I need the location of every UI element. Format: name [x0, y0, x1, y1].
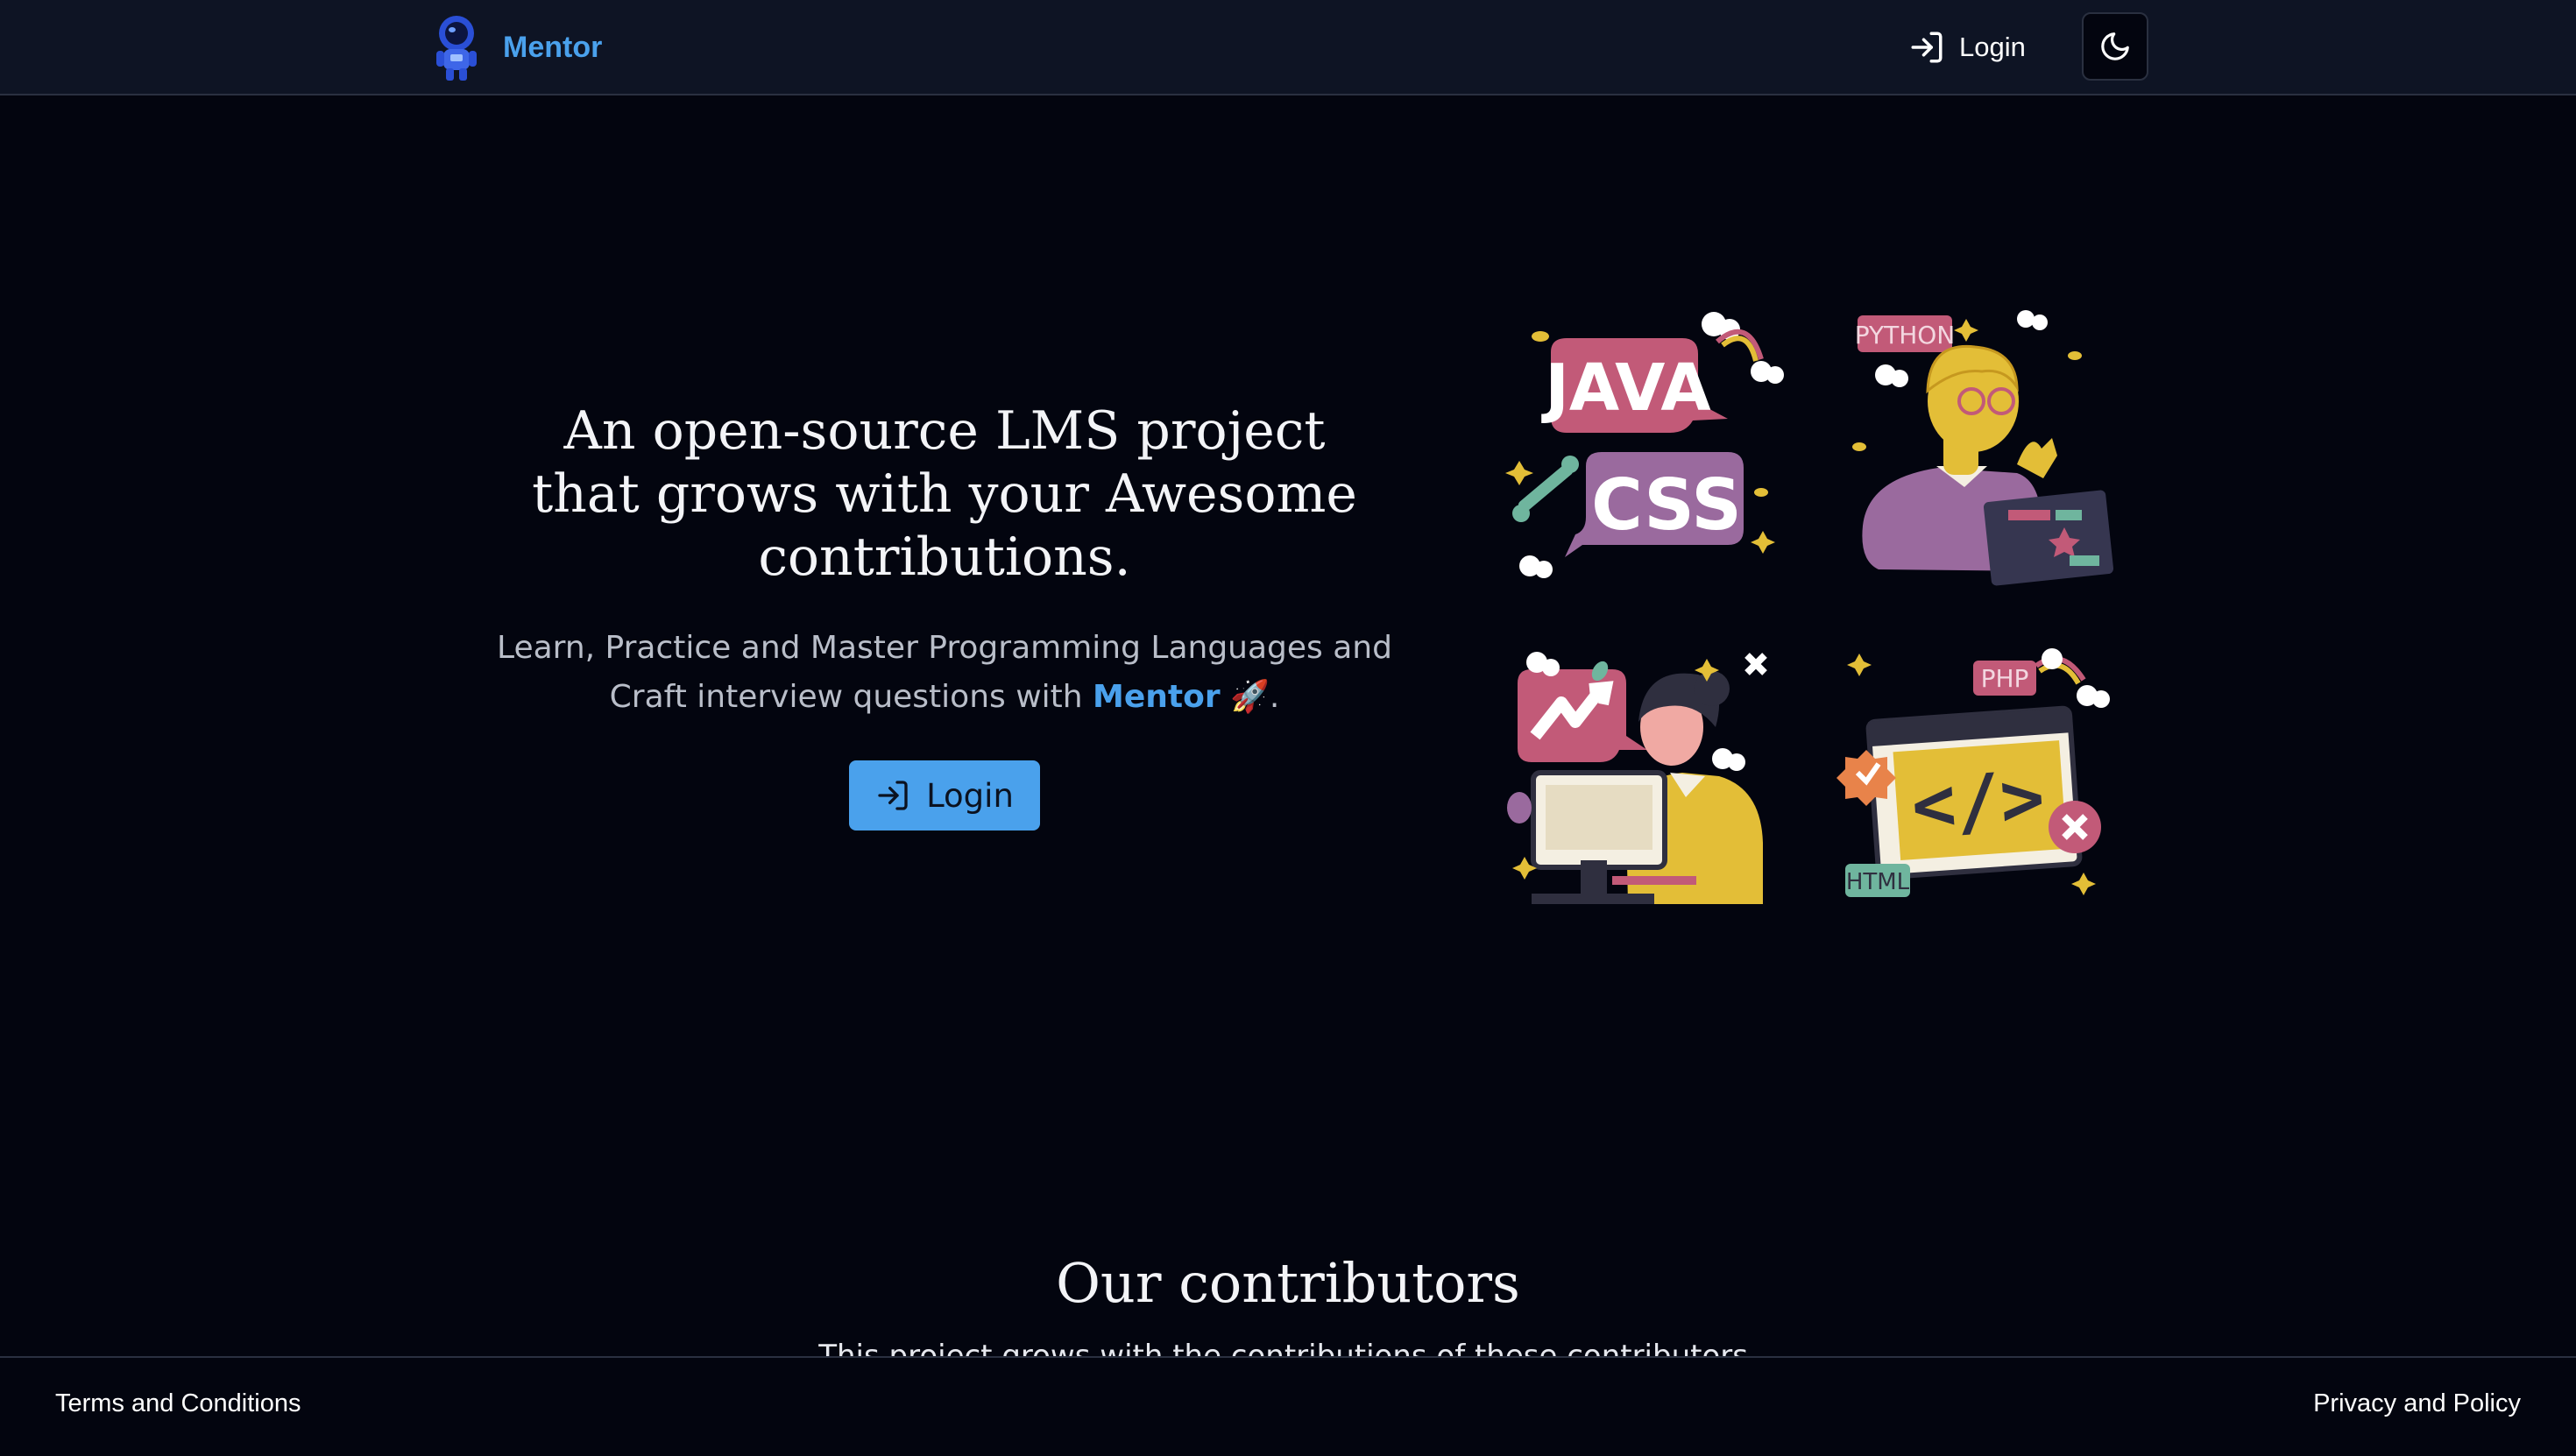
- brand-name: Mentor: [503, 30, 603, 64]
- hero-subtitle-brand: Mentor: [1093, 679, 1221, 715]
- hero-title: An open-source LMS project that grows wi…: [532, 400, 1357, 588]
- developer-at-computer-illustration: [1498, 641, 1787, 922]
- code-window-illustration: PHP </> HTML: [1833, 641, 2122, 922]
- hero-subtitle: Learn, Practice and Master Programming L…: [473, 624, 1416, 722]
- astronaut-logo-icon: [436, 16, 477, 81]
- contributors-title: Our contributors: [1056, 1251, 1520, 1315]
- html-label: HTML: [1846, 869, 1910, 895]
- terms-link[interactable]: Terms and Conditions: [55, 1389, 301, 1418]
- header-login-button[interactable]: Login: [1908, 25, 2026, 70]
- brand-link[interactable]: Mentor: [428, 12, 602, 82]
- css-label: CSS: [1591, 464, 1742, 546]
- login-arrow-icon: [878, 781, 908, 810]
- hero-login-label: Login: [926, 776, 1014, 815]
- python-developer-illustration: PYTHON: [1833, 307, 2122, 587]
- rocket-emoji-icon: 🚀: [1230, 679, 1270, 715]
- top-navbar: Mentor Login: [0, 0, 2576, 95]
- theme-toggle-button[interactable]: [2082, 12, 2148, 81]
- moon-icon: [2101, 32, 2129, 60]
- hero-section: An open-source LMS project that grows wi…: [473, 399, 1416, 830]
- hero-login-button[interactable]: Login: [849, 760, 1040, 830]
- hero-subtitle-end: .: [1269, 679, 1280, 715]
- php-label: PHP: [1981, 664, 2029, 693]
- login-arrow-icon: [1911, 32, 1943, 63]
- code-glyph-label: </>: [1908, 754, 2047, 849]
- footer: Terms and Conditions Privacy and Policy: [0, 1356, 2576, 1456]
- java-label: JAVA: [1540, 350, 1710, 426]
- java-css-illustration: JAVA CSS: [1498, 307, 1787, 587]
- privacy-link[interactable]: Privacy and Policy: [2313, 1389, 2521, 1418]
- python-label: PYTHON: [1855, 321, 1956, 350]
- header-login-label: Login: [1959, 32, 2026, 62]
